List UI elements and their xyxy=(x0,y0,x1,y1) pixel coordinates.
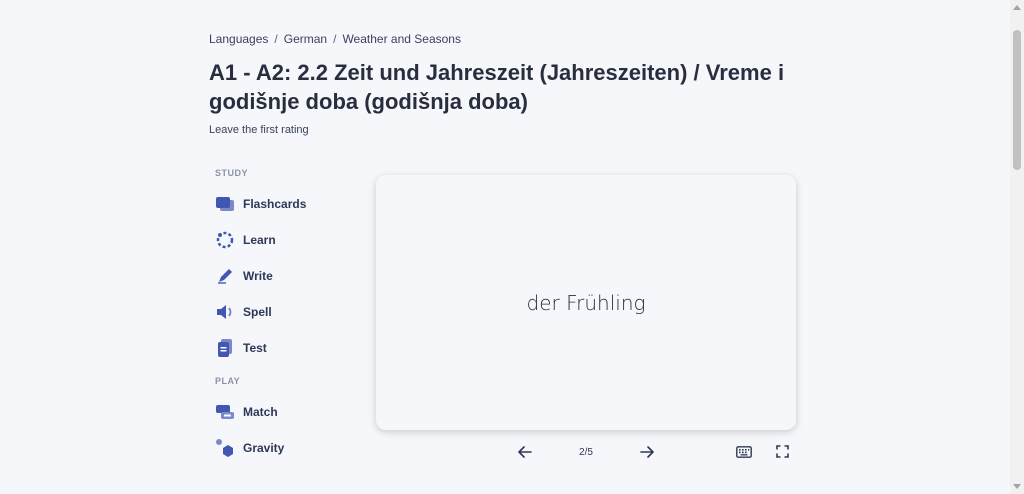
rating-link[interactable]: Leave the first rating xyxy=(209,124,309,136)
study-modes-sidebar: STUDY Flashcards Learn Write Spell Test … xyxy=(215,168,355,466)
fullscreen-button[interactable] xyxy=(771,443,793,465)
learn-icon xyxy=(215,230,235,250)
write-icon xyxy=(215,266,235,286)
arrow-right-icon xyxy=(640,445,654,463)
breadcrumb-separator: / xyxy=(333,32,337,46)
breadcrumb: Languages / German / Weather and Seasons xyxy=(209,32,461,46)
write-label: Write xyxy=(243,269,273,283)
flashcard-term: der Frühling xyxy=(526,290,646,315)
page-title: A1 - A2: 2.2 Zeit und Jahreszeit (Jahres… xyxy=(209,60,785,114)
previous-card-button[interactable] xyxy=(514,443,536,465)
match-icon xyxy=(215,402,235,422)
scroll-down-arrow-icon[interactable] xyxy=(1013,484,1021,489)
match-label: Match xyxy=(243,405,278,419)
flashcards-label: Flashcards xyxy=(243,197,307,211)
scroll-up-arrow-icon[interactable] xyxy=(1013,5,1021,10)
spell-icon xyxy=(215,302,235,322)
test-label: Test xyxy=(243,341,267,355)
breadcrumb-weather-and-seasons[interactable]: Weather and Seasons xyxy=(342,32,461,46)
spell-label: Spell xyxy=(243,305,272,319)
fullscreen-icon xyxy=(775,445,789,463)
flashcard[interactable]: der Frühling xyxy=(376,175,796,430)
gravity-mode-button[interactable]: Gravity xyxy=(215,430,355,466)
breadcrumb-separator: / xyxy=(274,32,278,46)
test-mode-button[interactable]: Test xyxy=(215,330,355,366)
learn-mode-button[interactable]: Learn xyxy=(215,222,355,258)
gravity-label: Gravity xyxy=(243,441,285,455)
write-mode-button[interactable]: Write xyxy=(215,258,355,294)
page: Languages / German / Weather and Seasons… xyxy=(0,0,1024,494)
learn-label: Learn xyxy=(243,233,276,247)
breadcrumb-german[interactable]: German xyxy=(284,32,327,46)
page-scrollbar[interactable] xyxy=(1010,0,1024,494)
card-counter: 2/5 xyxy=(579,447,593,458)
play-section-label: PLAY xyxy=(215,376,241,386)
scrollbar-thumb[interactable] xyxy=(1013,30,1021,170)
test-icon xyxy=(215,338,235,358)
keyboard-icon xyxy=(736,445,752,463)
flashcard-controls: 2/5 xyxy=(376,443,796,465)
match-mode-button[interactable]: Match xyxy=(215,394,355,430)
keyboard-shortcuts-button[interactable] xyxy=(733,443,755,465)
gravity-icon xyxy=(215,438,235,458)
flashcards-mode-button[interactable]: Flashcards xyxy=(215,186,355,222)
breadcrumb-languages[interactable]: Languages xyxy=(209,32,268,46)
next-card-button[interactable] xyxy=(636,443,658,465)
flashcards-icon xyxy=(215,194,235,214)
arrow-left-icon xyxy=(518,445,532,463)
spell-mode-button[interactable]: Spell xyxy=(215,294,355,330)
study-section-label: STUDY xyxy=(215,168,249,178)
